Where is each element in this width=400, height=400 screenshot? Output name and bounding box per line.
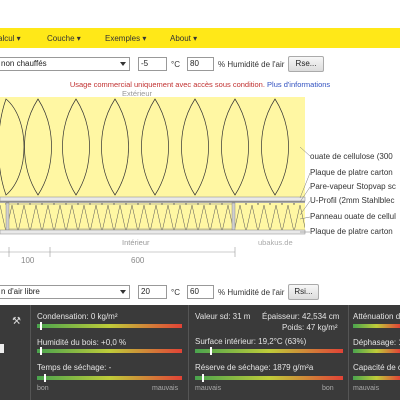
interior-label: Intérieur: [122, 238, 150, 247]
drying-time-marker: [44, 374, 47, 382]
box-icon[interactable]: [0, 344, 4, 353]
inside-humidity-input[interactable]: 60: [187, 285, 214, 299]
scale-good-2: bon: [322, 385, 334, 392]
inside-humidity-label: % Humidité de l'air: [218, 288, 285, 297]
thickness-label: Épaisseur: 42,534 cm: [262, 312, 340, 321]
legend-cellulose-panel: Panneau ouate de cellul: [310, 212, 396, 221]
legend-plasterboard-1: Plaque de platre carton: [310, 168, 393, 177]
cellulose-layer[interactable]: [0, 97, 305, 197]
dimension-100: 100: [21, 256, 35, 265]
drying-reserve-marker: [202, 374, 205, 382]
inside-temperature-input[interactable]: 20: [138, 285, 167, 299]
attenuation-label: Atténuation d: [353, 312, 400, 321]
surface-temp-label: Surface intérieur: 19,2°C (63%): [195, 337, 307, 346]
drying-reserve-label: Réserve de séchage: 1879 g/m²a: [195, 363, 314, 372]
outside-room-value: non chauffés: [1, 59, 47, 68]
condensation-marker: [39, 322, 42, 330]
chevron-down-icon: [120, 62, 126, 66]
commercial-notice: Usage commercial uniquement avec accès s…: [0, 80, 400, 89]
surface-temp-marker: [209, 347, 212, 355]
dimension-600: 600: [131, 256, 145, 265]
menu-exemples[interactable]: Exemples ▾: [105, 34, 146, 43]
outside-room-select[interactable]: non chauffés: [0, 57, 130, 71]
cellulose-panel-pattern: [0, 203, 305, 230]
outside-temperature-input[interactable]: -5: [138, 57, 167, 71]
plasterboard-layer-2[interactable]: [0, 229, 306, 235]
wood-humidity-label: Humidité du bois: +0,0 %: [37, 338, 127, 347]
inside-temp-unit: °C: [171, 288, 180, 297]
drying-time-label: Temps de séchage: -: [37, 363, 112, 372]
outside-humidity-input[interactable]: 80: [187, 57, 214, 71]
condensation-bar: [37, 324, 182, 328]
capacity-label: Capacité de c: [353, 363, 400, 372]
u-profile-stud-left[interactable]: [5, 202, 10, 231]
ubakus-watermark: ubakus.de: [258, 238, 293, 247]
notice-text: Usage commercial uniquement avec accès s…: [69, 80, 265, 89]
outside-temp-unit: °C: [171, 60, 180, 69]
sd-value-label: Valeur sd: 31 m: [195, 312, 251, 321]
panel-divider-1: [30, 305, 31, 400]
condensation-label: Condensation: 0 kg/m²: [37, 312, 118, 321]
capacity-bar: [353, 376, 400, 380]
more-info-link[interactable]: Plus d'informations: [267, 80, 330, 89]
wrench-icon[interactable]: ⚒: [12, 316, 21, 327]
plasterboard-layer-1[interactable]: [0, 196, 306, 202]
scale-bad-3: mauvais: [353, 385, 380, 392]
menu-couche[interactable]: Couche ▾: [47, 34, 81, 43]
menu-about[interactable]: About ▾: [170, 34, 197, 43]
drying-time-bar: [37, 376, 182, 380]
menu-calcul[interactable]: alcul ▾: [0, 34, 21, 43]
scale-good-1: bon: [37, 385, 49, 392]
scale-bad-1: mauvais: [152, 385, 179, 392]
inside-room-select[interactable]: n d'air libre: [0, 285, 130, 299]
phase-shift-label: Déphasage: 1: [353, 338, 400, 347]
legend-u-profile: U-Profil (2mm Stahlblec: [310, 196, 395, 205]
weight-label: Poids: 47 kg/m²: [282, 323, 338, 332]
attenuation-bar: [353, 324, 400, 328]
rse-button[interactable]: Rse...: [288, 56, 324, 72]
rsi-button[interactable]: Rsi...: [288, 284, 319, 300]
scale-bad-2: mauvais: [195, 385, 222, 392]
legend-plasterboard-2: Plaque de platre carton: [310, 227, 393, 236]
u-profile-stud-right[interactable]: [231, 202, 236, 231]
outside-humidity-label: % Humidité de l'air: [218, 60, 285, 69]
inside-room-value: n d'air libre: [1, 287, 40, 296]
legend-vapour-barrier: Pare-vapeur Stopvap sc: [310, 182, 396, 191]
wood-humidity-bar: [37, 349, 182, 353]
phase-shift-bar: [353, 349, 400, 353]
chevron-down-icon: [120, 290, 126, 294]
surface-temp-bar: [195, 349, 343, 353]
legend-cellulose: ouate de cellulose (300: [310, 152, 393, 161]
menu-bar: alcul ▾ Couche ▾ Exemples ▾ About ▾: [0, 28, 400, 48]
panel-divider-2: [188, 305, 189, 400]
wood-humidity-marker: [39, 347, 42, 355]
panel-divider-3: [348, 305, 349, 400]
dimension-line: [0, 247, 236, 257]
drying-reserve-bar: [195, 376, 343, 380]
